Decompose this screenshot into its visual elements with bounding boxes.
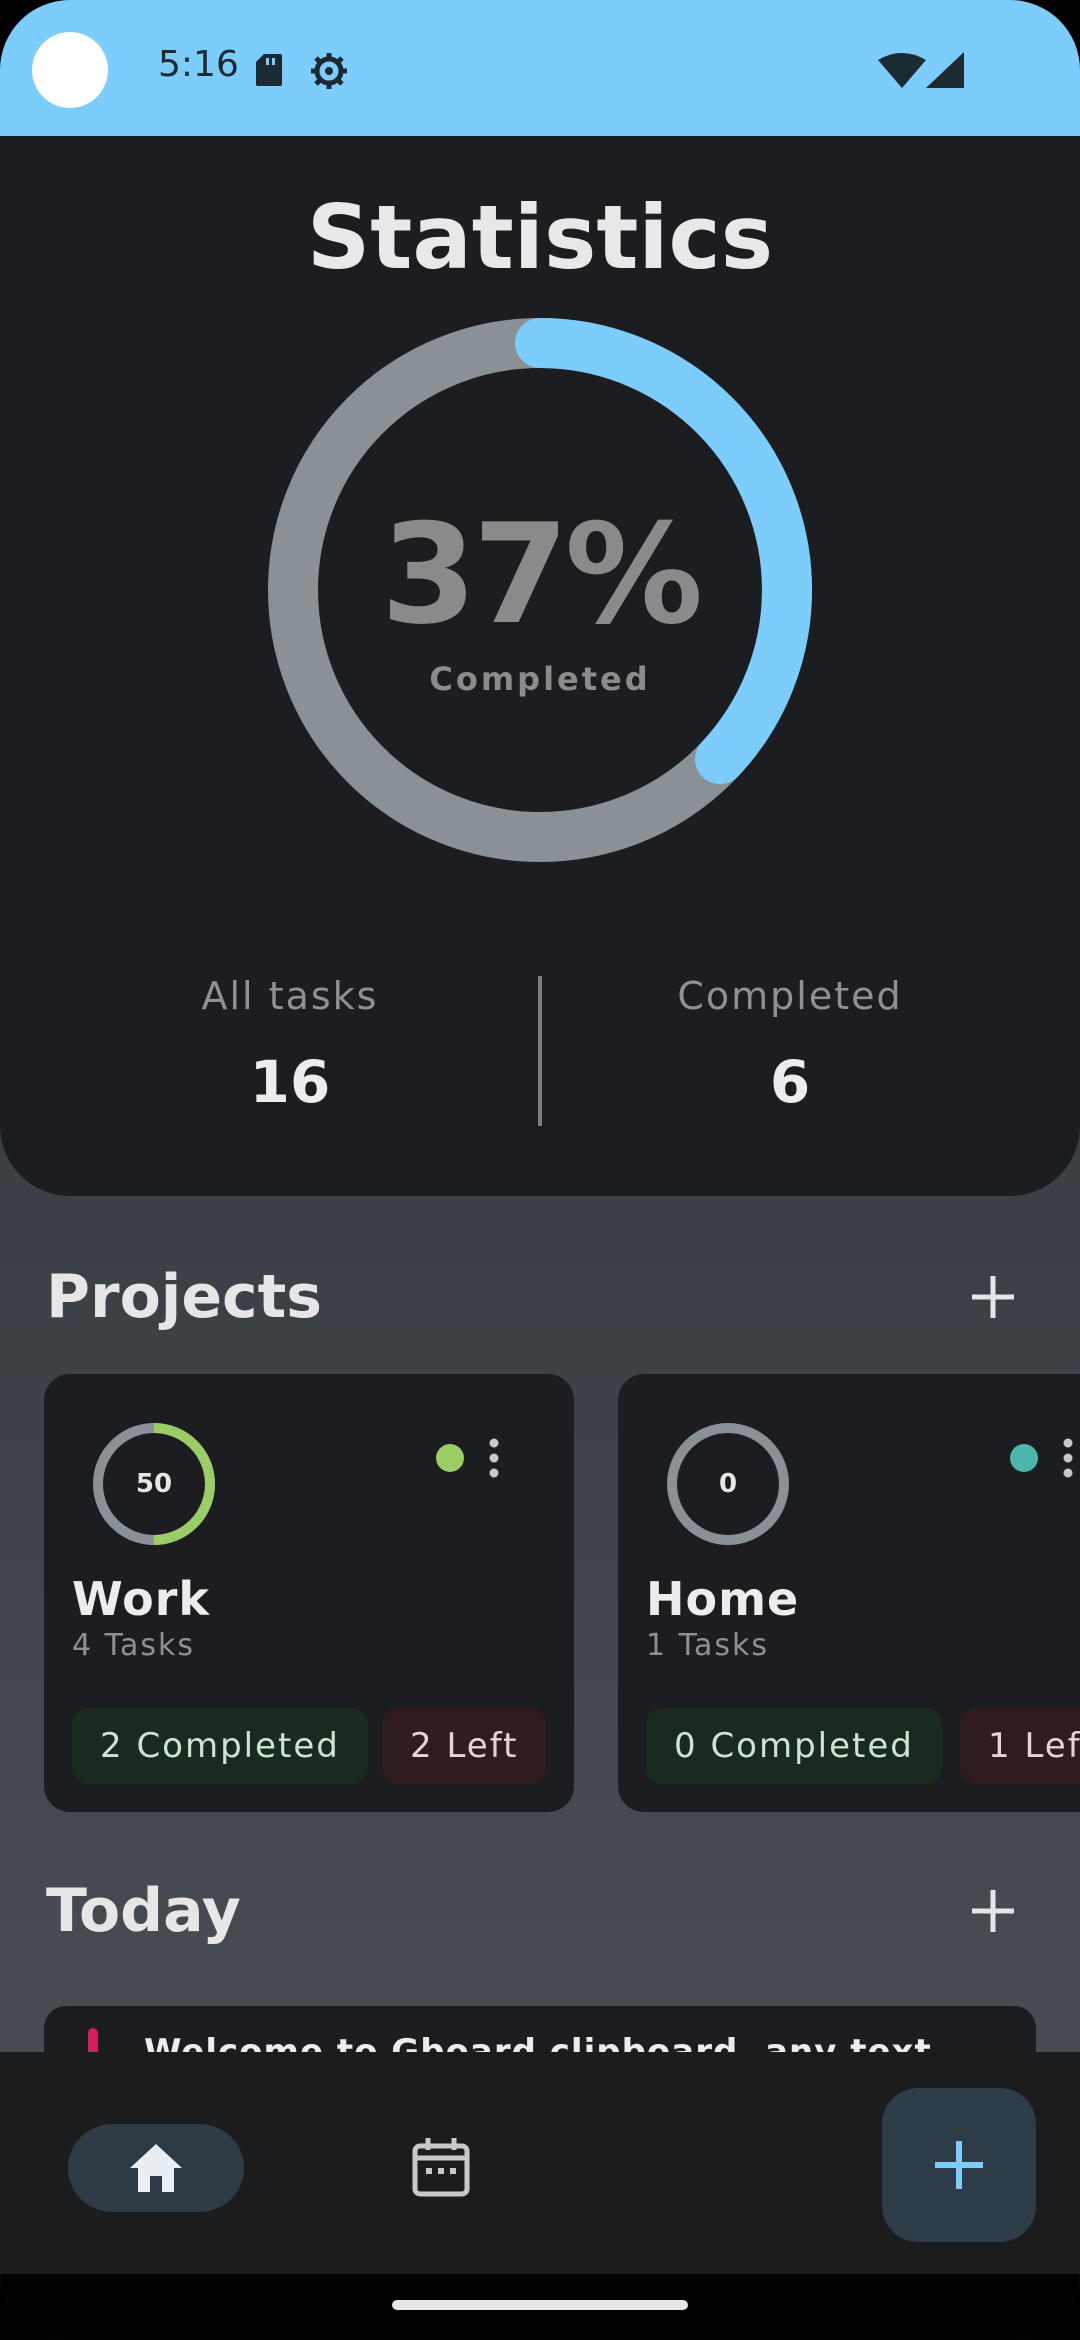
app-screen: 5:16 Statistics 37% Completed All tasks …: [0, 0, 1080, 2340]
camera-cutout: [32, 32, 108, 108]
project-color-dot: [1010, 1444, 1038, 1472]
signal-icon: [926, 52, 964, 88]
project-name: Home: [646, 1572, 800, 1626]
statistics-title: Statistics: [306, 186, 774, 289]
project-color-dot: [436, 1444, 464, 1472]
completion-caption: Completed: [429, 660, 651, 698]
today-title: Today: [46, 1876, 241, 1946]
statistics-card: Statistics 37% Completed All tasks 16 Co…: [0, 136, 1080, 1196]
status-time: 5:16: [158, 44, 239, 85]
completed-label: Completed: [677, 974, 903, 1018]
project-card-home[interactable]: 0 Home 1 Tasks 0 Completed 1 Left: [618, 1374, 1080, 1812]
project-task-count: 1 Tasks: [646, 1628, 769, 1663]
more-vert-icon[interactable]: [1062, 1438, 1074, 1478]
project-card-work[interactable]: 50 Work 4 Tasks 2 Completed 2 Left: [44, 1374, 574, 1812]
completed-chip: 0 Completed: [646, 1708, 942, 1784]
home-icon: [130, 2144, 182, 2192]
project-task-count: 4 Tasks: [72, 1628, 195, 1663]
project-progress-value: 0: [718, 1469, 738, 1499]
left-chip: 2 Left: [382, 1708, 547, 1784]
plus-icon: [935, 2141, 983, 2189]
sd-card-icon: [256, 54, 282, 86]
add-project-button[interactable]: [958, 1262, 1028, 1332]
all-tasks-label: All tasks: [201, 974, 379, 1018]
more-vert-icon[interactable]: [488, 1438, 500, 1478]
calendar-icon[interactable]: [410, 2136, 472, 2198]
project-name: Work: [72, 1572, 210, 1626]
home-gesture-bar[interactable]: [392, 2300, 688, 2310]
all-tasks-stat: All tasks 16: [90, 974, 490, 1116]
bottom-navigation: [0, 2052, 1080, 2274]
status-bar: 5:16: [0, 0, 1080, 136]
completed-stat: Completed 6: [590, 974, 990, 1116]
all-tasks-value: 16: [249, 1048, 331, 1116]
left-chip: 1 Left: [960, 1708, 1080, 1784]
completed-value: 6: [769, 1048, 811, 1116]
project-progress-value: 50: [135, 1469, 173, 1499]
projects-title: Projects: [46, 1262, 323, 1332]
stats-divider: [538, 976, 542, 1126]
completion-percent: 37%: [380, 494, 703, 655]
add-fab-button[interactable]: [882, 2088, 1036, 2242]
add-task-button[interactable]: [958, 1876, 1028, 1946]
nav-home-button[interactable]: [68, 2124, 244, 2212]
gear-icon: [311, 53, 347, 89]
completed-chip: 2 Completed: [72, 1708, 368, 1784]
wifi-icon: [878, 53, 926, 88]
